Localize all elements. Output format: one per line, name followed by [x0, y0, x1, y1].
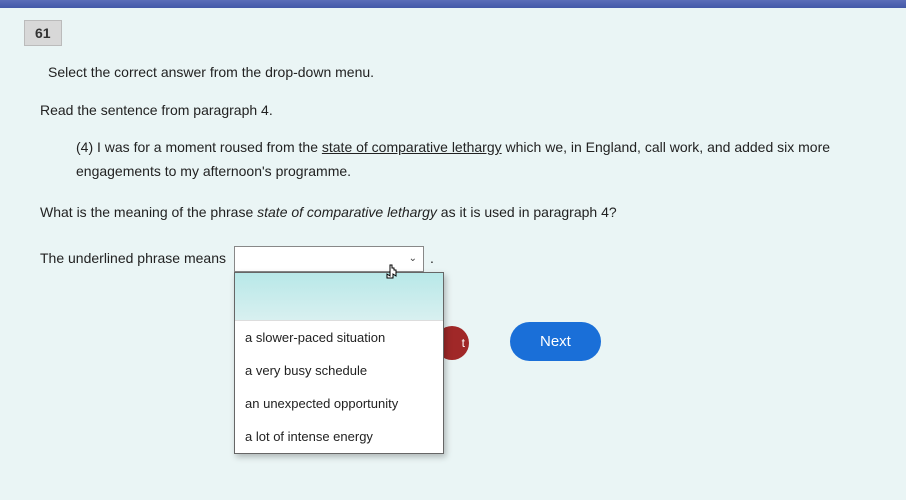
- dropdown-option-0[interactable]: a slower-paced situation: [235, 321, 443, 354]
- dropdown-list: a slower-paced situation a very busy sch…: [234, 272, 444, 454]
- dropdown-option-1[interactable]: a very busy schedule: [235, 354, 443, 387]
- answer-dropdown[interactable]: ⌄: [234, 246, 424, 272]
- answer-label: The underlined phrase means: [40, 246, 234, 266]
- prompt-italic-phrase: state of comparative lethargy: [257, 204, 437, 220]
- answer-row: The underlined phrase means ⌄ a slower-p…: [40, 246, 866, 272]
- sentence-period: .: [424, 246, 434, 266]
- answer-dropdown-wrap: ⌄ a slower-paced situation a very busy s…: [234, 246, 424, 272]
- question-number-badge: 61: [24, 20, 62, 46]
- window-title-bar: [0, 0, 906, 8]
- quoted-sentence: (4) I was for a moment roused from the s…: [76, 136, 846, 184]
- dropdown-blank-option[interactable]: [235, 273, 443, 321]
- chevron-down-icon: ⌄: [409, 253, 417, 264]
- prompt-before: What is the meaning of the phrase: [40, 204, 257, 220]
- dropdown-option-3[interactable]: a lot of intense energy: [235, 420, 443, 453]
- instruction-text: Select the correct answer from the drop-…: [48, 64, 866, 80]
- quote-underlined-phrase: state of comparative lethargy: [322, 139, 502, 155]
- read-sentence-label: Read the sentence from paragraph 4.: [40, 102, 866, 118]
- quote-prefix: (4) I was for a moment roused from the: [76, 139, 322, 155]
- question-content: 61 Select the correct answer from the dr…: [0, 8, 906, 500]
- dropdown-option-2[interactable]: an unexpected opportunity: [235, 387, 443, 420]
- prompt-after: as it is used in paragraph 4?: [437, 204, 617, 220]
- question-prompt: What is the meaning of the phrase state …: [40, 204, 866, 220]
- hidden-button-fragment: t: [462, 336, 465, 350]
- next-button[interactable]: Next: [510, 322, 601, 361]
